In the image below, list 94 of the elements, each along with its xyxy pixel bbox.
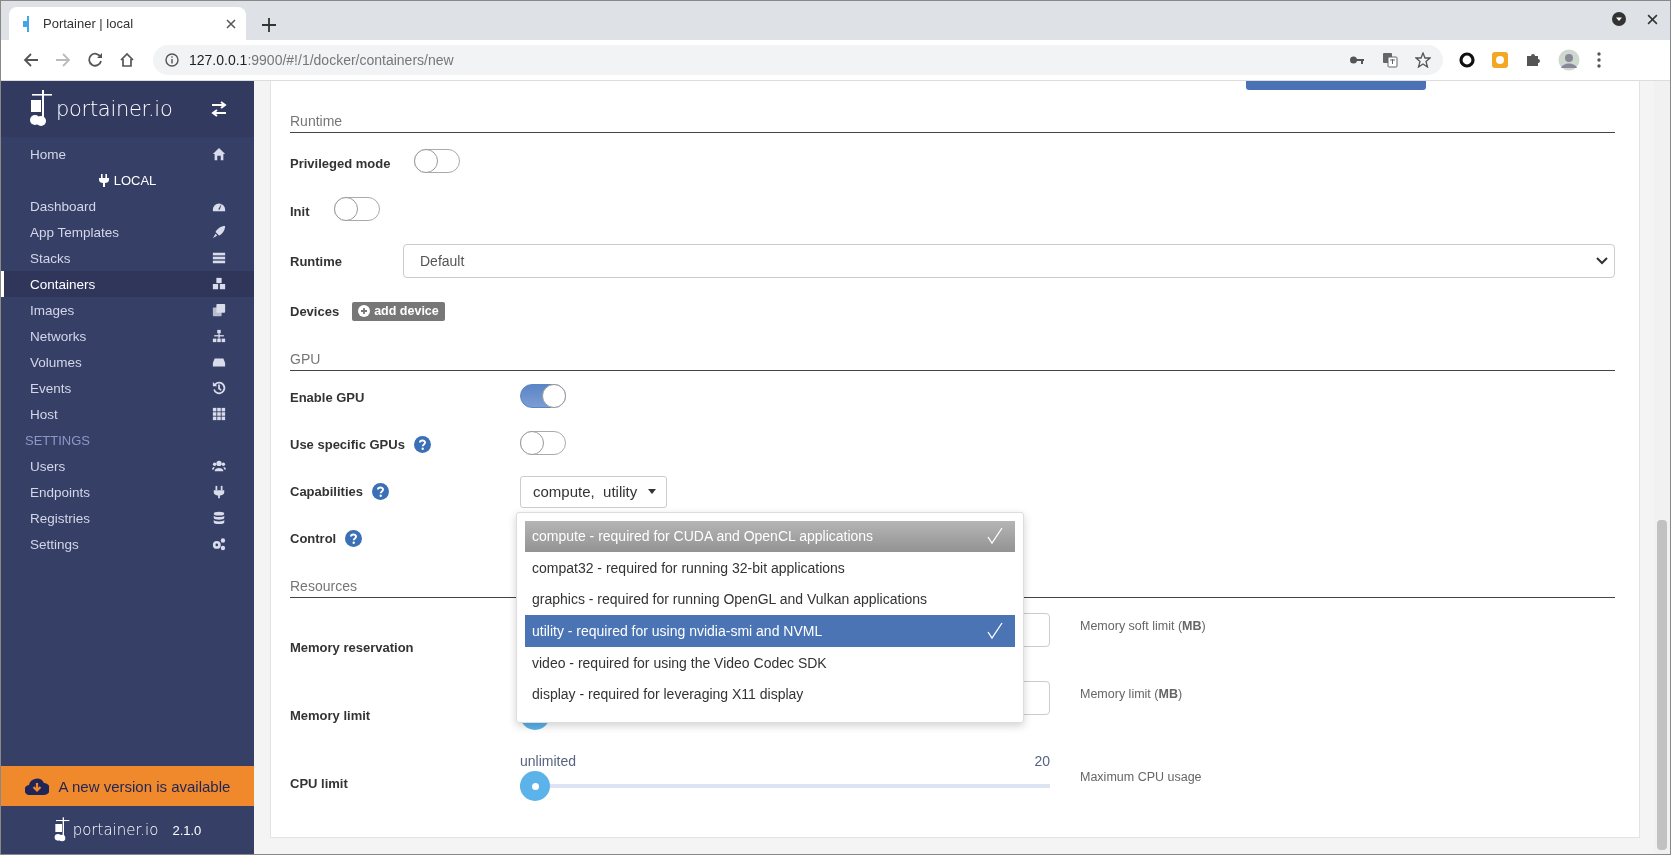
dropdown-option[interactable]: display - required for leveraging X11 display	[525, 678, 1015, 711]
gears-icon	[212, 537, 226, 551]
logo-icon	[53, 817, 70, 843]
ring-icon[interactable]	[1459, 52, 1475, 68]
sidebar-item[interactable]: Users	[1, 453, 254, 479]
capabilities-select[interactable]: compute, utility	[520, 475, 668, 508]
slider-thumb[interactable]	[520, 771, 550, 801]
plug-icon	[98, 173, 109, 187]
cloud-download-icon	[24, 777, 49, 795]
field-label: Use specific GPUs	[290, 437, 405, 452]
hint-text: Maximum CPU usage	[1080, 769, 1203, 784]
caret-icon	[647, 488, 658, 495]
swap-icon[interactable]	[210, 101, 228, 117]
menu-icon[interactable]	[1597, 52, 1601, 68]
help-icon[interactable]	[345, 530, 363, 547]
plus-circle-icon	[358, 305, 371, 317]
brand-name: portainer.io	[56, 97, 173, 121]
field-label: Init	[290, 203, 310, 219]
translate-icon[interactable]	[1382, 52, 1398, 68]
new-tab-icon[interactable]	[262, 18, 276, 32]
section-title: GPU	[290, 351, 321, 367]
field-label: Runtime	[290, 253, 342, 269]
dropdown-option[interactable]: compat32 - required for running 32-bit applications	[525, 552, 1015, 584]
address-bar[interactable]: 127.0.0.1:9900/#!/1/docker/containers/new	[153, 45, 1443, 75]
sidebar-item[interactable]: Endpoints	[1, 479, 254, 505]
copy-icon	[212, 303, 226, 317]
back-icon[interactable]	[23, 52, 39, 68]
add-device-button[interactable]: add device	[352, 301, 445, 321]
sidebar-item[interactable]: Events	[1, 375, 254, 401]
sidebar-item[interactable]: Images	[1, 297, 254, 323]
puzzle-icon[interactable]	[1525, 52, 1541, 68]
plug-icon	[212, 485, 226, 499]
sidebar-item[interactable]: Host	[1, 401, 254, 427]
info-icon[interactable]	[165, 53, 179, 67]
endpoint-name: LOCAL	[113, 172, 157, 188]
list-icon	[212, 251, 226, 265]
toggle-switch[interactable]	[333, 197, 380, 221]
grid-icon	[212, 407, 226, 421]
check-icon	[987, 527, 1003, 546]
sidebar-item[interactable]: Volumes	[1, 349, 254, 375]
field-label: Enable GPU	[290, 390, 365, 405]
update-banner[interactable]: A new version is available	[1, 766, 254, 806]
close-icon[interactable]	[1647, 13, 1658, 25]
sidebar-item[interactable]: Registries	[1, 505, 254, 531]
help-icon[interactable]	[371, 483, 389, 500]
star-icon[interactable]	[1415, 52, 1431, 68]
field-label: Devices	[290, 303, 340, 319]
field-label: Capabilities	[290, 484, 363, 499]
section-title: Runtime	[290, 113, 343, 129]
reload-icon[interactable]	[87, 52, 103, 68]
database-icon	[212, 511, 226, 525]
hint-text: Memory soft limit (MB)	[1080, 618, 1207, 633]
rocket-icon	[212, 225, 226, 239]
home-icon[interactable]	[119, 52, 135, 68]
cubes-icon	[212, 277, 226, 291]
sidebar-heading: SETTINGS	[25, 432, 90, 448]
check-icon	[987, 622, 1003, 641]
field-label: CPU limit	[290, 775, 348, 791]
avatar-icon[interactable]	[1558, 49, 1580, 71]
sidebar-item[interactable]: Settings	[1, 531, 254, 557]
field-label: Memory reservation	[290, 639, 414, 655]
dropdown-option[interactable]: graphics - required for running OpenGL and Vulkan applications	[525, 583, 1015, 616]
dropdown-option[interactable]: utility - required for using nvidia-smi and NVML	[525, 615, 1015, 647]
sidebar-item[interactable]: Stacks	[1, 245, 254, 271]
section-title: Resources	[290, 578, 357, 594]
hint-text: Memory limit (MB)	[1080, 686, 1184, 701]
sidebar-item[interactable]: Home	[1, 141, 254, 167]
users-icon	[212, 459, 226, 473]
slider-max-label: 20	[1034, 753, 1050, 769]
sidebar-item[interactable]: App Templates	[1, 219, 254, 245]
home-icon	[212, 147, 226, 161]
slider-min-label: unlimited	[520, 753, 577, 769]
chevron-icon	[1596, 257, 1608, 265]
sidebar-item[interactable]: Containers	[1, 271, 254, 297]
brand-name: portainer.io	[72, 821, 159, 839]
toggle-switch[interactable]	[520, 383, 566, 408]
url-text: 127.0.0.1:9900/#!/1/docker/containers/new	[189, 52, 455, 68]
tab-search-icon[interactable]	[1611, 11, 1627, 27]
field-label: Control	[290, 531, 337, 546]
toggle-switch[interactable]	[520, 430, 566, 455]
logo-icon	[29, 90, 53, 128]
browser-tab[interactable]: Portainer | local	[9, 7, 246, 40]
field-label: Privileged mode	[290, 155, 391, 171]
sidebar-item[interactable]: Dashboard	[1, 193, 254, 219]
version-text: 2.1.0	[172, 822, 202, 838]
field-label: Memory limit	[290, 707, 371, 723]
dropdown-option[interactable]: video - required for using the Video Codec SDK	[525, 646, 1015, 679]
runtime-select[interactable]: Default	[403, 244, 1615, 278]
history-icon	[212, 381, 226, 395]
sidebar-item[interactable]: Networks	[1, 323, 254, 349]
toggle-switch[interactable]	[414, 149, 461, 173]
close-icon[interactable]	[226, 18, 236, 29]
sitemap-icon	[212, 329, 226, 343]
help-icon[interactable]	[413, 436, 431, 453]
